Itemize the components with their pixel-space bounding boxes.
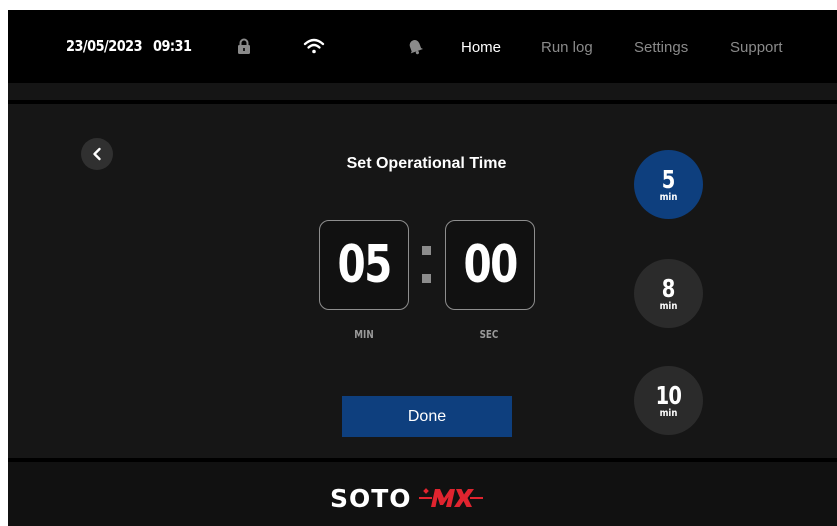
sub-header-strip — [8, 83, 837, 100]
minutes-label: MIN — [354, 328, 374, 341]
seconds-value: 00 — [463, 235, 518, 295]
operational-time-panel: Set Operational Time 05 00 MIN SEC Done … — [8, 104, 837, 458]
preset-value: 5 — [662, 164, 676, 194]
mx-logo-icon — [418, 486, 484, 510]
panel-title: Set Operational Time — [346, 155, 507, 172]
footer: SOTO — [8, 462, 837, 526]
lock-icon — [233, 36, 255, 56]
wifi-icon — [303, 36, 325, 56]
preset-unit: min — [659, 407, 678, 419]
preset-10-min-button[interactable]: 10 min — [634, 366, 703, 435]
nav-settings[interactable]: Settings — [634, 39, 688, 56]
brand-name: SOTO — [330, 483, 412, 513]
chevron-left-icon — [91, 147, 103, 161]
done-button[interactable]: Done — [342, 396, 512, 437]
preset-8-min-button[interactable]: 8 min — [634, 259, 703, 328]
status-time: 09:31 — [153, 37, 192, 55]
minutes-value: 05 — [337, 235, 392, 295]
preset-unit: min — [659, 191, 678, 203]
back-button[interactable] — [81, 138, 113, 170]
colon-separator-top — [422, 246, 431, 255]
minutes-field[interactable]: 05 — [319, 220, 409, 310]
preset-unit: min — [659, 300, 678, 312]
preset-5-min-button[interactable]: 5 min — [634, 150, 703, 219]
top-bar: 23/05/2023 09:31 Home Run log Settings S… — [8, 10, 837, 83]
nav-support[interactable]: Support — [730, 39, 783, 56]
preset-value: 10 — [655, 380, 682, 410]
nav-home[interactable]: Home — [461, 39, 501, 56]
device-screen: 23/05/2023 09:31 Home Run log Settings S… — [8, 10, 837, 526]
seconds-label: SEC — [479, 328, 499, 341]
brand-logo: SOTO — [330, 482, 484, 514]
colon-separator-bottom — [422, 274, 431, 283]
bell-icon[interactable] — [404, 36, 426, 56]
preset-value: 8 — [662, 273, 676, 303]
status-date: 23/05/2023 — [66, 37, 143, 55]
seconds-field[interactable]: 00 — [445, 220, 535, 310]
nav-run-log[interactable]: Run log — [541, 39, 593, 56]
